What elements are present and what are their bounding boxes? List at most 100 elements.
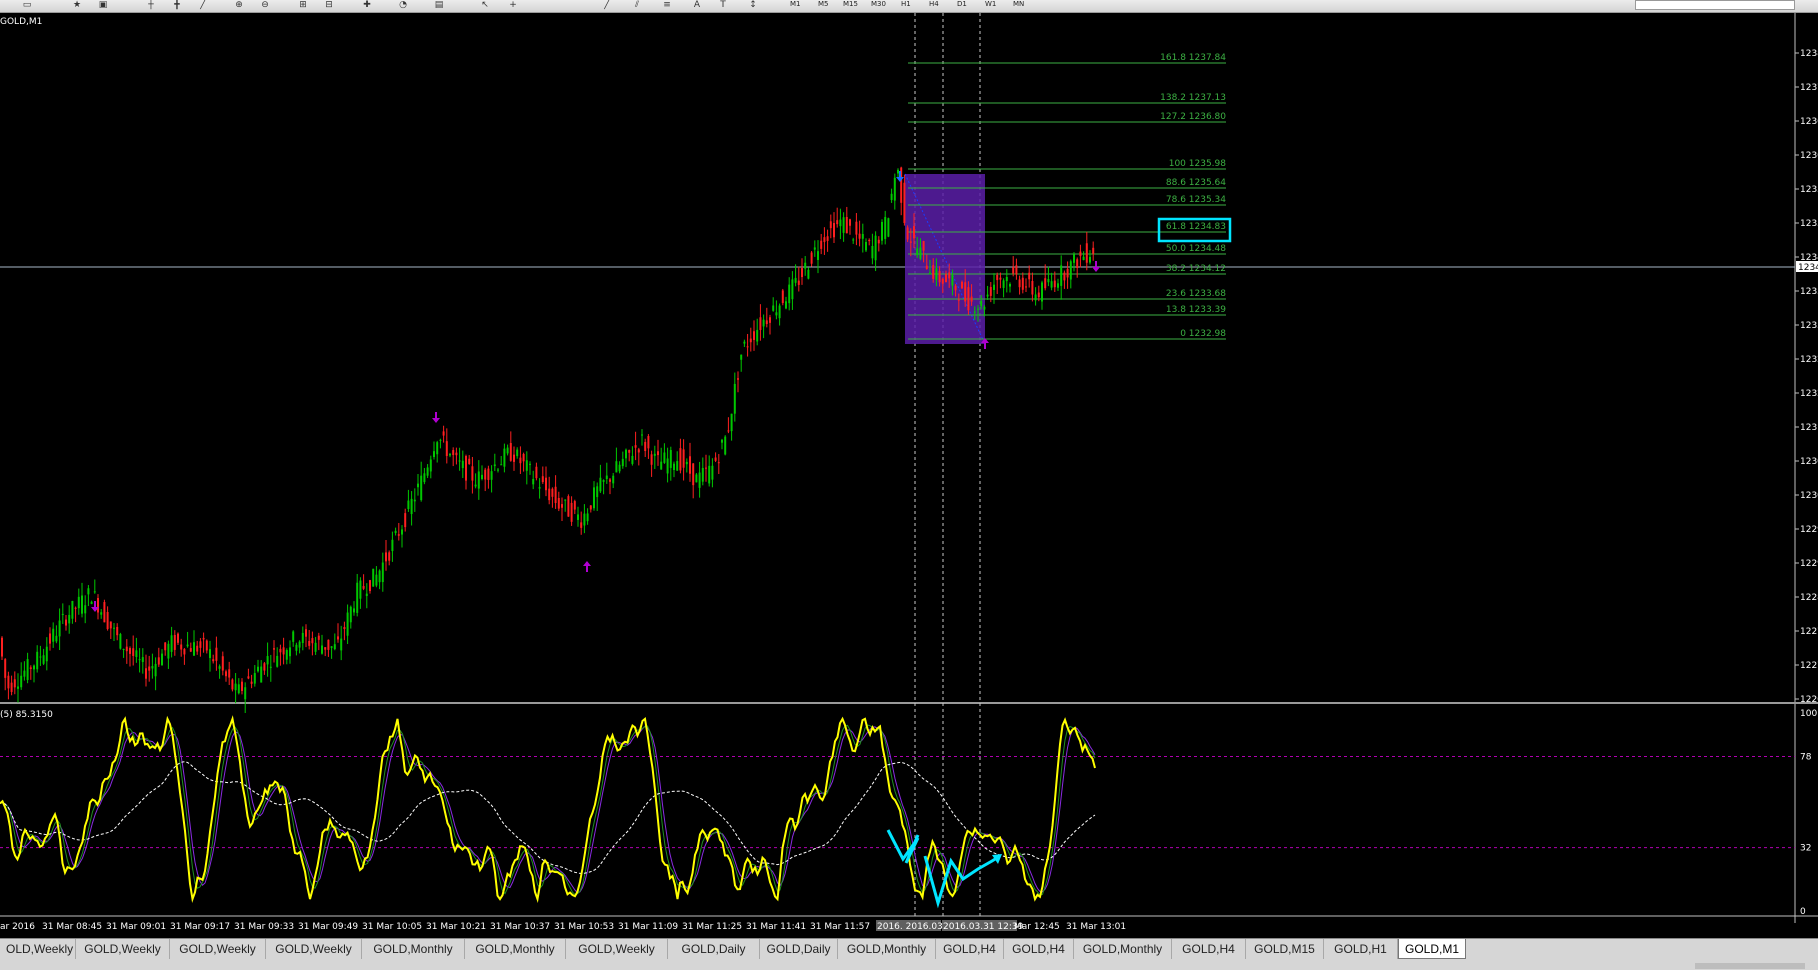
chart-tab[interactable]: GOLD,H4 (936, 939, 1004, 959)
candle-body (253, 673, 256, 684)
candle-body (145, 668, 147, 679)
zoom-out-icon[interactable]: ⊖ (258, 0, 272, 10)
candle-body (602, 480, 605, 482)
chart-tab[interactable]: OLD,Weekly (0, 939, 76, 959)
price-axis-label: 1232 (1800, 389, 1818, 399)
candle-body (58, 620, 61, 637)
crosshair-icon[interactable]: + (506, 0, 520, 10)
timeframe-h1[interactable]: H1 (901, 0, 911, 10)
candle-body (39, 656, 42, 658)
candle-body (727, 430, 730, 432)
zoom-in-icon[interactable]: ⊕ (232, 0, 246, 10)
toolbar-search-field[interactable] (1635, 0, 1795, 10)
cursor-icon[interactable]: ↖ (478, 0, 492, 10)
candle-body (4, 659, 7, 678)
time-axis-label: 31 Mar 10:37 (490, 922, 550, 932)
tab-gold-m1-active[interactable]: GOLD,M1 (1398, 939, 1466, 959)
trendline-icon[interactable]: ╱ (600, 0, 614, 10)
price-axis-label: 1227 (1800, 627, 1818, 637)
candle-body (817, 251, 819, 260)
tile-windows-icon[interactable]: ⊞ (296, 0, 310, 10)
chart-tab[interactable]: GOLD,Weekly (266, 939, 362, 959)
line-chart-icon[interactable]: ╱ (196, 0, 210, 10)
candle-body (833, 223, 835, 238)
time-axis-label: 31 Mar 09:17 (170, 922, 230, 932)
time-axis-label: 31 Mar 08:45 (42, 922, 102, 932)
text-label-icon[interactable]: T (716, 0, 730, 10)
candle-body (769, 317, 771, 323)
candle-body (925, 265, 928, 269)
favorites-icon[interactable]: ★ (70, 0, 84, 10)
profiles-icon[interactable]: ▣ (96, 0, 110, 10)
chart-tab[interactable]: GOLD,Weekly (566, 939, 668, 959)
price-chart[interactable]: 1238 1237 1236 1236 1235 1235 1234 1233 1233 1232… (0, 13, 1818, 938)
arrows-icon[interactable]: ↕ (746, 0, 760, 10)
candle-body (436, 442, 439, 455)
timeframe-w1[interactable]: W1 (985, 0, 996, 10)
candle-body (554, 486, 557, 504)
autoscroll-icon[interactable]: ⊟ (322, 0, 336, 10)
candle-body (548, 488, 551, 501)
price-axis-label: 1233 (1800, 287, 1818, 297)
candle-body (842, 217, 845, 233)
candle-body (285, 650, 288, 660)
equidistant-channel-icon[interactable]: ⫽ (630, 0, 644, 10)
price-axis-label: 1235 (1800, 185, 1818, 195)
candle-body (103, 602, 106, 623)
candle-body (615, 461, 618, 473)
time-axis-label: 31 Mar 09:49 (298, 922, 358, 932)
periodicity-icon[interactable]: ◔ (396, 0, 410, 10)
chart-tab[interactable]: GOLD,Daily (668, 939, 760, 959)
timeframe-m30[interactable]: M30 (871, 0, 886, 10)
candle-body (810, 252, 813, 264)
chart-tab[interactable]: GOLD,Monthly (465, 939, 566, 959)
candle-body (647, 436, 650, 449)
timeframe-mn[interactable]: MN (1013, 0, 1024, 10)
indicators-icon[interactable]: ✚ (360, 0, 374, 10)
candle-body (593, 487, 595, 509)
timeframe-m15[interactable]: M15 (843, 0, 858, 10)
candle-body (961, 281, 963, 289)
new-chart-icon[interactable]: ▭ (20, 0, 34, 10)
candle-body (1041, 282, 1043, 302)
timeframe-m5[interactable]: M5 (818, 0, 829, 10)
candle-body (545, 477, 547, 491)
candle-body (957, 299, 960, 301)
candle-body (189, 648, 192, 652)
candle-body (561, 504, 563, 508)
chart-tab[interactable]: GOLD,Monthly (1074, 939, 1172, 959)
chart-tab[interactable]: GOLD,H4 (1172, 939, 1246, 959)
chart-tab[interactable]: GOLD,Daily (760, 939, 838, 959)
candle-body (122, 648, 125, 650)
text-icon[interactable]: A (690, 0, 704, 10)
chart-tab[interactable]: GOLD,M15 (1246, 939, 1324, 959)
tabs-scrollbar[interactable] (1695, 963, 1805, 969)
chart-tab[interactable]: GOLD,Monthly (838, 939, 936, 959)
chart-tab[interactable]: GOLD,Monthly (362, 939, 465, 959)
candle-body (951, 274, 954, 286)
candle-body (391, 539, 394, 552)
templates-icon[interactable]: ▤ (432, 0, 446, 10)
chart-tab[interactable]: GOLD,Weekly (170, 939, 266, 959)
candle-body (372, 568, 375, 587)
chart-tab[interactable]: GOLD,Weekly (76, 939, 170, 959)
candle-body (852, 239, 855, 241)
chart-tab[interactable]: GOLD,H1 (1324, 939, 1398, 959)
candle-body (913, 226, 915, 239)
bar-chart-icon[interactable]: ┼ (144, 0, 158, 10)
candle-body (125, 646, 128, 652)
chart-tab[interactable]: GOLD,H4 (1004, 939, 1074, 959)
timeframe-h4[interactable]: H4 (929, 0, 939, 10)
timeframe-m1[interactable]: M1 (790, 0, 801, 10)
candle-body (772, 305, 775, 311)
candle-body (477, 471, 480, 489)
candle-body (705, 467, 707, 469)
candle-body (458, 460, 461, 462)
timeframe-d1[interactable]: D1 (957, 0, 967, 10)
candle-body (29, 667, 32, 669)
candle-body (932, 265, 935, 279)
fibonacci-icon[interactable]: ≡ (660, 0, 674, 10)
candles-icon[interactable]: ╋ (170, 0, 184, 10)
chart-window[interactable]: 1238 1237 1236 1236 1235 1235 1234 1233 1233 1232… (0, 13, 1818, 938)
stochastic-axis-label: 78 (1800, 753, 1812, 763)
